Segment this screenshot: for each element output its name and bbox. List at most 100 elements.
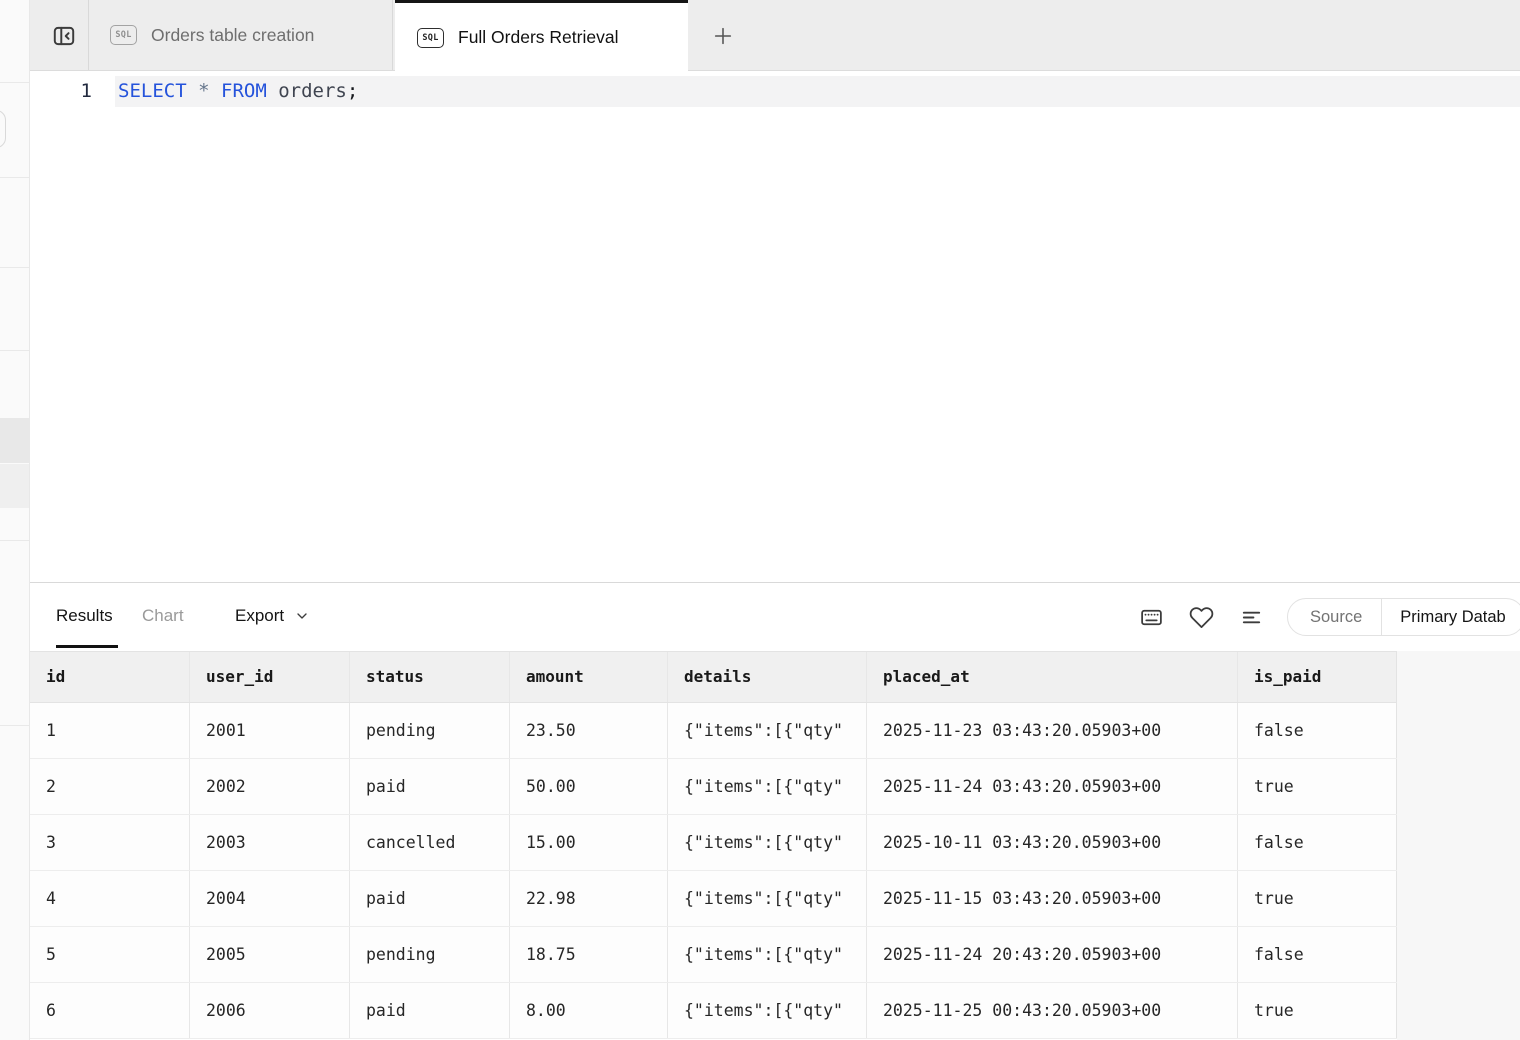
code-token: SELECT	[118, 80, 187, 102]
tab-orders-table-creation[interactable]: SQL Orders table creation	[88, 0, 393, 70]
cell-is_paid: true	[1238, 759, 1397, 814]
cell-placed_at: 2025-11-24 20:43:20.05903+00	[867, 927, 1238, 982]
sql-badge-icon: SQL	[417, 28, 444, 48]
column-header-details: details	[668, 652, 867, 702]
tab-label: Full Orders Retrieval	[458, 27, 618, 48]
column-header-id: id	[30, 652, 190, 702]
cell-details: {"items":[{"qty"	[668, 983, 867, 1038]
sidebar-button-fragment	[0, 110, 6, 148]
tab-results[interactable]: Results	[56, 583, 113, 648]
row-options-button[interactable]	[1238, 604, 1264, 630]
cell-details: {"items":[{"qty"	[668, 759, 867, 814]
cell-id: 4	[30, 871, 190, 926]
cell-id: 6	[30, 983, 190, 1038]
table-row: 32003cancelled15.00{"items":[{"qty"2025-…	[30, 815, 1397, 871]
cell-id: 5	[30, 927, 190, 982]
source-selector: Source Primary Datab	[1287, 598, 1520, 636]
cell-status: paid	[350, 759, 510, 814]
cell-is_paid: false	[1238, 703, 1397, 758]
table-body: 12001pending23.50{"items":[{"qty"2025-11…	[30, 703, 1397, 1039]
sidebar-divider	[0, 267, 29, 268]
sql-badge-icon: SQL	[110, 25, 137, 45]
cell-amount: 22.98	[510, 871, 668, 926]
new-tab-button[interactable]	[708, 21, 738, 51]
column-header-placed_at: placed_at	[867, 652, 1238, 702]
code-token	[210, 80, 221, 102]
source-value-button[interactable]: Primary Datab	[1382, 599, 1520, 635]
panel-collapse-left-icon	[51, 23, 77, 49]
column-header-status: status	[350, 652, 510, 702]
cell-details: {"items":[{"qty"	[668, 703, 867, 758]
column-header-is_paid: is_paid	[1238, 652, 1397, 702]
code-token	[267, 80, 278, 102]
keyboard-icon	[1139, 605, 1164, 630]
cell-status: paid	[350, 871, 510, 926]
cell-user_id: 2003	[190, 815, 350, 870]
source-label: Source	[1288, 599, 1381, 635]
cell-details: {"items":[{"qty"	[668, 815, 867, 870]
tab-label: Orders table creation	[151, 25, 314, 46]
cell-details: {"items":[{"qty"	[668, 927, 867, 982]
table-header-row: iduser_idstatusamountdetailsplaced_atis_…	[30, 651, 1397, 703]
chevron-down-icon	[294, 608, 310, 624]
cell-placed_at: 2025-11-15 03:43:20.05903+00	[867, 871, 1238, 926]
column-header-amount: amount	[510, 652, 668, 702]
code-line[interactable]: SELECT * FROM orders;	[118, 76, 358, 107]
cell-placed_at: 2025-11-25 00:43:20.05903+00	[867, 983, 1238, 1038]
cell-amount: 8.00	[510, 983, 668, 1038]
heart-icon	[1189, 605, 1214, 630]
code-token: orders	[278, 80, 347, 102]
cell-amount: 23.50	[510, 703, 668, 758]
table-row: 62006paid8.00{"items":[{"qty"2025-11-25 …	[30, 983, 1397, 1039]
cell-is_paid: false	[1238, 927, 1397, 982]
code-token: ;	[347, 80, 358, 102]
cell-is_paid: false	[1238, 815, 1397, 870]
cell-is_paid: true	[1238, 871, 1397, 926]
code-token: *	[198, 80, 209, 102]
table-row: 22002paid50.00{"items":[{"qty"2025-11-24…	[30, 759, 1397, 815]
results-panel: Results Chart Export	[30, 582, 1520, 1040]
cell-id: 1	[30, 703, 190, 758]
tab-full-orders-retrieval[interactable]: SQL Full Orders Retrieval	[395, 0, 688, 72]
sql-editor[interactable]: 1 SELECT * FROM orders;	[30, 71, 1520, 582]
cell-user_id: 2005	[190, 927, 350, 982]
cell-amount: 15.00	[510, 815, 668, 870]
cell-user_id: 2002	[190, 759, 350, 814]
export-label: Export	[235, 606, 284, 626]
sidebar-item-highlight	[0, 418, 29, 463]
cell-user_id: 2001	[190, 703, 350, 758]
cell-id: 2	[30, 759, 190, 814]
filter-lines-icon	[1240, 606, 1263, 629]
cell-details: {"items":[{"qty"	[668, 871, 867, 926]
sidebar-divider	[0, 82, 29, 83]
favorite-button[interactable]	[1188, 604, 1214, 630]
cell-placed_at: 2025-11-23 03:43:20.05903+00	[867, 703, 1238, 758]
cell-amount: 18.75	[510, 927, 668, 982]
tab-chart[interactable]: Chart	[142, 583, 184, 648]
table-row: 52005pending18.75{"items":[{"qty"2025-11…	[30, 927, 1397, 983]
export-button[interactable]: Export	[235, 583, 310, 648]
cell-placed_at: 2025-10-11 03:43:20.05903+00	[867, 815, 1238, 870]
cell-id: 3	[30, 815, 190, 870]
plus-icon	[712, 25, 734, 47]
results-table: iduser_idstatusamountdetailsplaced_atis_…	[30, 651, 1397, 1039]
code-token	[187, 80, 198, 102]
line-number: 1	[30, 76, 92, 107]
cell-status: pending	[350, 927, 510, 982]
sidebar-divider	[0, 350, 29, 351]
keyboard-shortcuts-button[interactable]	[1138, 604, 1164, 630]
cell-is_paid: true	[1238, 983, 1397, 1038]
table-row: 42004paid22.98{"items":[{"qty"2025-11-15…	[30, 871, 1397, 927]
collapse-sidebar-button[interactable]	[49, 21, 79, 51]
cell-user_id: 2006	[190, 983, 350, 1038]
cell-status: pending	[350, 703, 510, 758]
cell-placed_at: 2025-11-24 03:43:20.05903+00	[867, 759, 1238, 814]
table-right-filler	[1397, 651, 1520, 1040]
tab-bar: SQL Orders table creation SQL Full Order…	[30, 0, 1520, 71]
cell-status: cancelled	[350, 815, 510, 870]
code-token: FROM	[221, 80, 267, 102]
cell-user_id: 2004	[190, 871, 350, 926]
column-header-user_id: user_id	[190, 652, 350, 702]
sidebar-item-highlight	[0, 464, 29, 508]
sidebar-strip	[0, 0, 30, 1040]
